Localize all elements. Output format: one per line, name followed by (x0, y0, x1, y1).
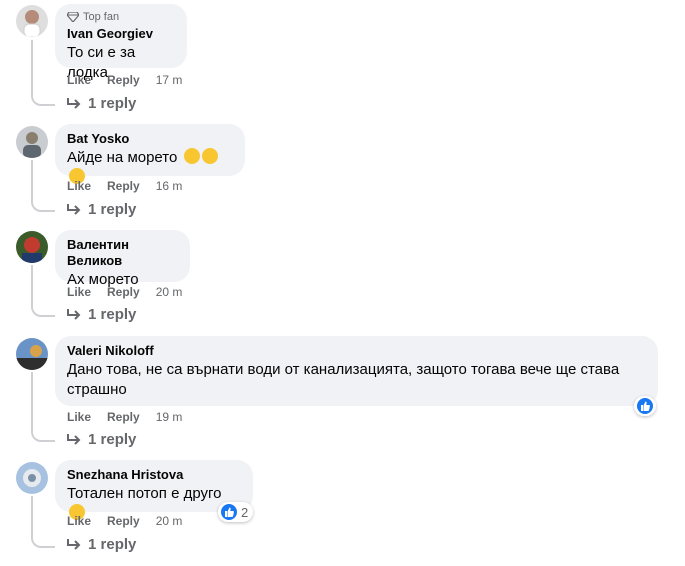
thread-line (31, 372, 55, 442)
like-button[interactable]: Like (67, 410, 91, 424)
reaction-summary[interactable]: 2 (218, 502, 254, 522)
reaction-summary[interactable] (634, 396, 656, 416)
rolling-on-floor-laughing-icon (183, 148, 200, 164)
replies-count: 1 reply (88, 536, 137, 553)
reaction-count: 2 (241, 504, 249, 520)
reply-button[interactable]: Reply (107, 179, 140, 193)
view-replies-button[interactable]: 1 reply (66, 95, 136, 112)
like-button[interactable]: Like (67, 285, 91, 299)
comment-bubble: Валентин Великов Ах морето (55, 230, 190, 288)
comment-author[interactable]: Snezhana Hristova (67, 467, 241, 483)
reply-button[interactable]: Reply (107, 73, 140, 87)
comment-text: Дано това, не са върнати води от канализ… (67, 361, 620, 398)
avatar[interactable] (16, 5, 48, 37)
replies-count: 1 reply (88, 306, 137, 323)
comment-bubble: Bat Yosko Айде на морето (55, 124, 245, 184)
comment-author[interactable]: Ivan Georgiev (67, 26, 175, 42)
like-icon (221, 504, 237, 520)
comment-author[interactable]: Valeri Nikoloff (67, 343, 646, 359)
reply-button[interactable]: Reply (107, 285, 140, 299)
reply-arrow-icon (67, 97, 81, 109)
comment-actions: Like Reply 20 m (67, 514, 182, 528)
like-button[interactable]: Like (67, 73, 91, 87)
comment-actions: Like Reply 20 m (67, 285, 182, 299)
comment-author[interactable]: Валентин Великов (67, 237, 178, 269)
top-fan-badge: Top fan (67, 11, 175, 23)
timestamp[interactable]: 20 m (156, 514, 183, 528)
view-replies-button[interactable]: 1 reply (66, 431, 136, 448)
avatar[interactable] (16, 338, 48, 370)
diamond-icon (67, 12, 79, 22)
timestamp[interactable]: 16 m (156, 179, 183, 193)
replies-count: 1 reply (88, 95, 137, 112)
comment-actions: Like Reply 17 m (67, 73, 182, 87)
rolling-on-floor-laughing-icon (201, 148, 218, 164)
avatar[interactable] (16, 462, 48, 494)
timestamp[interactable]: 19 m (156, 410, 183, 424)
thread-line (31, 496, 55, 548)
reply-arrow-icon (67, 203, 81, 215)
replies-count: 1 reply (88, 431, 137, 448)
comment-author[interactable]: Bat Yosko (67, 131, 233, 147)
reply-arrow-icon (67, 538, 81, 550)
reply-arrow-icon (67, 433, 81, 445)
avatar[interactable] (16, 126, 48, 158)
comment-actions: Like Reply 19 m (67, 410, 182, 424)
thread-line (31, 160, 55, 212)
comment-bubble: Valeri Nikoloff Дано това, не са върнати… (55, 336, 658, 406)
avatar[interactable] (16, 231, 48, 263)
timestamp[interactable]: 17 m (156, 73, 183, 87)
view-replies-button[interactable]: 1 reply (66, 536, 136, 553)
comment-bubble: Top fan Ivan Georgiev То си е за лодка (55, 4, 187, 81)
comment-actions: Like Reply 16 m (67, 179, 182, 193)
timestamp[interactable]: 20 m (156, 285, 183, 299)
reply-button[interactable]: Reply (107, 514, 140, 528)
like-button[interactable]: Like (67, 179, 91, 193)
reply-arrow-icon (67, 308, 81, 320)
thread-line (31, 265, 55, 317)
like-button[interactable]: Like (67, 514, 91, 528)
view-replies-button[interactable]: 1 reply (66, 306, 136, 323)
thread-line (31, 40, 55, 106)
replies-count: 1 reply (88, 201, 137, 218)
reply-button[interactable]: Reply (107, 410, 140, 424)
badge-label: Top fan (83, 11, 120, 23)
like-icon (637, 398, 653, 414)
view-replies-button[interactable]: 1 reply (66, 201, 136, 218)
